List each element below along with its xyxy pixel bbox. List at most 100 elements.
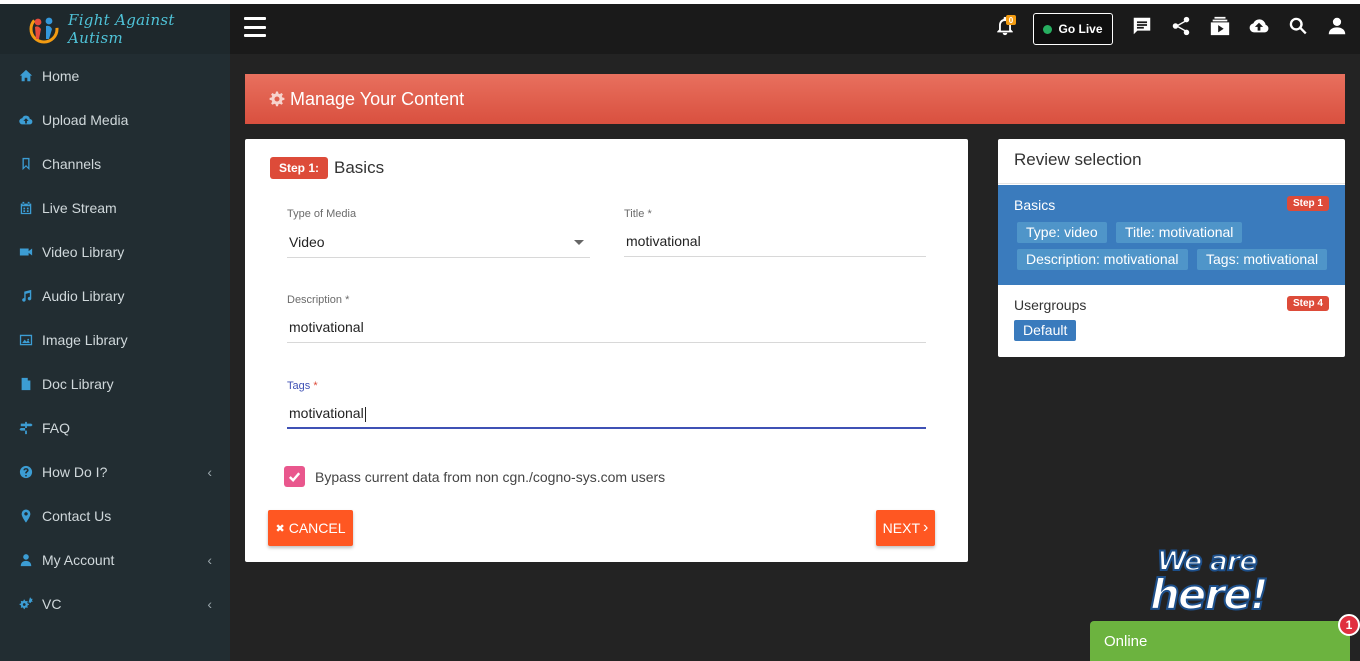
cogs-icon [18,596,34,612]
review-usergroups-heading: Usergroups [1014,297,1087,313]
playlist-icon [1209,15,1231,42]
sidebar-item-label: Channels [42,156,102,172]
account-button[interactable] [1324,14,1350,42]
sidebar-item-live-stream[interactable]: Live Stream [0,186,230,230]
notifications-button[interactable]: 0 [992,14,1018,42]
title-value: motivational [626,233,701,249]
type-of-media-value: Video [289,234,325,250]
sidebar-item-home[interactable]: Home [0,54,230,98]
description-value: motivational [289,319,364,335]
sidebar-item-my-account[interactable]: My Account ‹ [0,538,230,582]
notification-count-badge: 0 [1006,15,1016,25]
next-button-label: NEXT [882,520,920,536]
sidebar-item-vc[interactable]: VC ‹ [0,582,230,626]
brand-logo-icon [26,11,62,47]
text-cursor [364,406,366,422]
cancel-button-label: CANCEL [288,520,346,536]
chat-online-bar[interactable]: Online [1090,621,1350,661]
sidebar-item-label: Upload Media [42,112,129,128]
image-icon [18,332,34,348]
messages-button[interactable] [1129,14,1155,42]
brand-name: Fight Against Autism [68,11,175,47]
chat-tagline-line2: here! [1149,569,1270,620]
sidebar-item-label: Image Library [42,332,128,348]
chat-we-are-here-graphic[interactable]: We are here! [1148,544,1293,620]
type-of-media-label: Type of Media [287,208,357,220]
share-button[interactable] [1168,14,1194,42]
sidebar-item-contact-us[interactable]: Contact Us [0,494,230,538]
checkmark-icon [287,469,302,484]
sidebar-item-channels[interactable]: Channels [0,142,230,186]
sidebar-item-label: Audio Library [42,288,125,304]
video-camera-icon [18,244,34,260]
search-icon [1287,15,1309,42]
chevron-left-icon: ‹ [207,596,212,612]
close-icon: ✖ [275,522,285,535]
step-badge: Step 1: [270,157,329,179]
playlist-button[interactable] [1207,14,1233,42]
gear-icon [269,91,290,107]
sidebar-item-video-library[interactable]: Video Library [0,230,230,274]
upload-button[interactable] [1246,14,1272,42]
cancel-button[interactable]: ✖ CANCEL [268,510,353,546]
sidebar-item-doc-library[interactable]: Doc Library [0,362,230,406]
question-circle-icon [18,464,34,480]
file-icon [18,376,34,392]
sidebar-item-label: FAQ [42,420,71,436]
review-basics-section[interactable]: Basics Step 1 Type: video Title: motivat… [998,185,1345,285]
type-of-media-select[interactable]: Video [287,228,590,258]
sidebar-item-how-do-i[interactable]: How Do I? ‹ [0,450,230,494]
share-icon [1170,15,1192,42]
go-live-button[interactable]: Go Live [1033,13,1113,45]
home-icon [18,68,34,84]
sidebar-item-upload-media[interactable]: Upload Media [0,98,230,142]
search-button[interactable] [1285,14,1311,42]
page-header-banner: Manage Your Content [245,74,1345,124]
sidebar-item-label: Live Stream [42,200,117,216]
step-title: Basics [334,158,385,177]
chat-unread-badge: 1 [1338,614,1360,636]
chat-icon [1131,15,1153,42]
sidebar-item-audio-library[interactable]: Audio Library [0,274,230,318]
chevron-left-icon: ‹ [207,552,212,568]
description-input[interactable]: motivational [287,313,926,343]
next-button[interactable]: NEXT › [876,510,935,546]
tags-value: motivational [289,405,364,421]
sidebar-item-label: My Account [42,552,115,568]
calendar-icon [18,200,34,216]
description-label: Description * [287,294,350,306]
dropdown-arrow-icon [574,240,584,245]
review-basics-heading: Basics [1014,197,1056,213]
sidebar-item-image-library[interactable]: Image Library [0,318,230,362]
user-icon [1326,15,1348,42]
usergroup-chip-default: Default [1014,320,1077,341]
review-title: Review selection [998,139,1345,184]
signpost-icon [18,420,34,436]
menu-toggle-icon[interactable] [244,17,266,37]
user-icon [18,552,34,568]
brand-logo[interactable]: Fight Against Autism [0,4,230,54]
title-input[interactable]: motivational [624,227,926,257]
sidebar-item-label: How Do I? [42,464,108,480]
title-label: Title * [624,208,652,220]
review-usergroups-step-badge: Step 4 [1286,296,1329,311]
review-chip: Title: motivational [1116,222,1243,243]
cloud-upload-icon [18,112,34,128]
sidebar-item-faq[interactable]: FAQ [0,406,230,450]
top-navbar: 0 Go Live [230,0,1360,54]
map-pin-icon [18,508,34,524]
tags-input[interactable]: motivational [287,399,926,429]
sidebar-nav: Home Upload Media Channels Live Stream V… [0,54,230,626]
live-status-dot [1043,24,1053,34]
step-heading: Step 1: Basics [270,157,384,179]
chevron-left-icon: ‹ [207,464,212,480]
review-chip: Type: video [1017,222,1107,243]
chevron-right-icon: › [923,519,929,536]
bypass-checkbox[interactable] [284,466,305,487]
go-live-label: Go Live [1058,22,1103,36]
review-chip: Tags: motivational [1197,249,1328,270]
sidebar-item-label: Home [42,68,80,84]
tags-label: Tags * [287,380,318,392]
sidebar: Fight Against Autism Home Upload Media C… [0,0,230,661]
review-basics-step-badge: Step 1 [1286,196,1329,211]
